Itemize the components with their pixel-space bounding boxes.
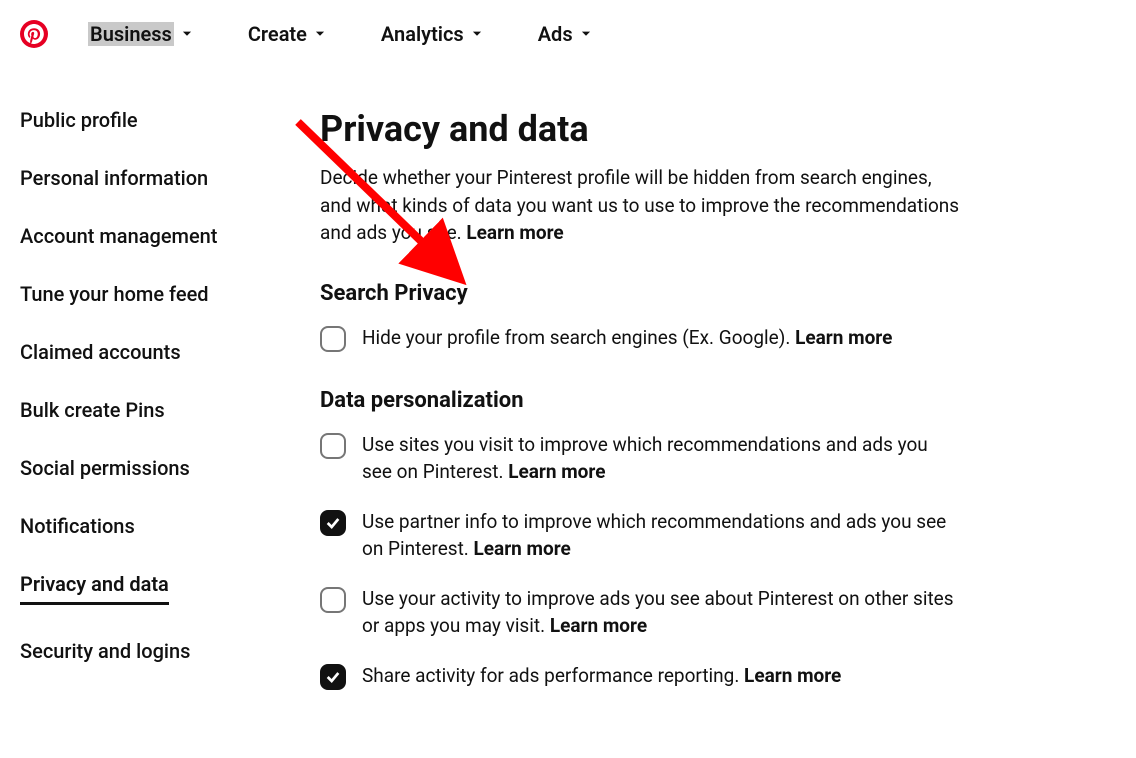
nav-item-create[interactable]: Create — [248, 22, 327, 46]
option-label: Use partner info to improve which recomm… — [362, 510, 946, 561]
nav-item-ads[interactable]: Ads — [538, 22, 593, 46]
option-row: Use partner info to improve which recomm… — [320, 508, 960, 563]
sidebar-item-claimed-accounts[interactable]: Claimed accounts — [20, 340, 181, 364]
learn-more-link[interactable]: Learn more — [466, 221, 563, 244]
learn-more-link[interactable]: Learn more — [550, 614, 647, 637]
main: Public profile Personal information Accoun… — [0, 58, 1136, 726]
sidebar-item-public-profile[interactable]: Public profile — [20, 108, 138, 132]
page-title: Privacy and data — [320, 108, 960, 150]
logo-wrap — [20, 20, 48, 48]
option-row: Use sites you visit to improve which rec… — [320, 431, 960, 486]
checkbox[interactable] — [320, 510, 346, 536]
nav-item-business[interactable]: Business — [88, 22, 194, 46]
nav-label: Analytics — [381, 22, 464, 46]
option-row: Use your activity to improve ads you see… — [320, 585, 960, 640]
option-row: Hide your profile from search engines (E… — [320, 324, 960, 352]
sidebar-item-tune-your-home-feed[interactable]: Tune your home feed — [20, 282, 209, 306]
chevron-down-icon — [180, 27, 194, 41]
sidebar-item-privacy-and-data[interactable]: Privacy and data — [20, 572, 169, 605]
check-icon — [325, 515, 341, 531]
sidebar-item-account-management[interactable]: Account management — [20, 224, 217, 248]
learn-more-link[interactable]: Learn more — [508, 460, 605, 483]
section-title: Data personalization — [320, 388, 960, 413]
option-text: Use sites you visit to improve which rec… — [362, 431, 960, 486]
nav-label: Create — [248, 22, 307, 46]
option-label: Use sites you visit to improve which rec… — [362, 433, 928, 484]
option-text: Share activity for ads performance repor… — [362, 662, 841, 690]
nav-label: Business — [88, 22, 174, 46]
sidebar-item-notifications[interactable]: Notifications — [20, 514, 135, 538]
option-text: Hide your profile from search engines (E… — [362, 324, 892, 352]
page-description: Decide whether your Pinterest profile wi… — [320, 164, 960, 247]
learn-more-link[interactable]: Learn more — [474, 537, 571, 560]
sidebar-item-personal-information[interactable]: Personal information — [20, 166, 208, 190]
nav-item-analytics[interactable]: Analytics — [381, 22, 484, 46]
content: Privacy and data Decide whether your Pin… — [320, 108, 1010, 726]
option-label: Use your activity to improve ads you see… — [362, 587, 954, 638]
pinterest-logo-icon[interactable] — [20, 20, 48, 48]
sidebar-item-security-and-logins[interactable]: Security and logins — [20, 639, 190, 663]
chevron-down-icon — [579, 27, 593, 41]
option-label: Share activity for ads performance repor… — [362, 664, 744, 687]
top-nav: Business Create Analytics Ads — [0, 0, 1136, 58]
sidebar-item-bulk-create-pins[interactable]: Bulk create Pins — [20, 398, 165, 422]
sidebar-item-social-permissions[interactable]: Social permissions — [20, 456, 190, 480]
learn-more-link[interactable]: Learn more — [795, 326, 892, 349]
nav-label: Ads — [538, 22, 573, 46]
section-search-privacy: Search Privacy Hide your profile from sea… — [320, 281, 960, 352]
checkbox[interactable] — [320, 664, 346, 690]
option-label: Hide your profile from search engines (E… — [362, 326, 795, 349]
chevron-down-icon — [313, 27, 327, 41]
option-row: Share activity for ads performance repor… — [320, 662, 960, 690]
checkbox[interactable] — [320, 433, 346, 459]
option-text: Use your activity to improve ads you see… — [362, 585, 960, 640]
checkbox[interactable] — [320, 587, 346, 613]
section-title: Search Privacy — [320, 281, 960, 306]
check-icon — [325, 669, 341, 685]
option-text: Use partner info to improve which recomm… — [362, 508, 960, 563]
checkbox[interactable] — [320, 326, 346, 352]
section-data-personalization: Data personalization Use sites you visit … — [320, 388, 960, 690]
learn-more-link[interactable]: Learn more — [744, 664, 841, 687]
chevron-down-icon — [470, 27, 484, 41]
page-description-text: Decide whether your Pinterest profile wi… — [320, 166, 959, 244]
sidebar: Public profile Personal information Accoun… — [0, 108, 320, 726]
